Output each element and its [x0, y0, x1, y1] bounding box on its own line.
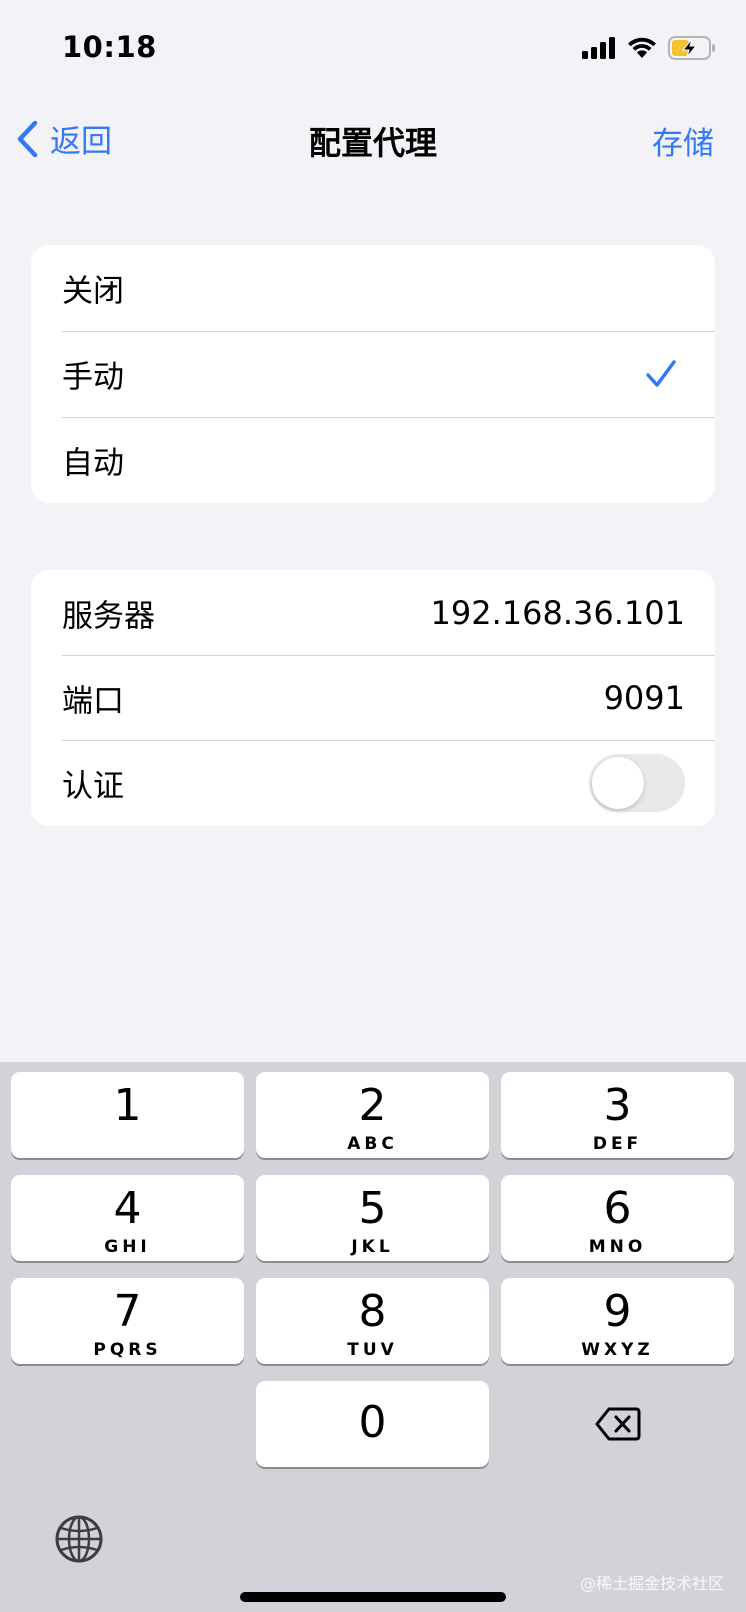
key-digit: 0 [358, 1397, 387, 1448]
key-5[interactable]: 5 JKL [256, 1175, 489, 1261]
backspace-icon [595, 1407, 640, 1441]
proxy-mode-manual[interactable]: 手动 [31, 331, 715, 417]
key-digit: 9 [603, 1286, 632, 1337]
port-row[interactable]: 端口 9091 [31, 655, 715, 740]
proxy-mode-off[interactable]: 关闭 [31, 245, 715, 331]
server-row[interactable]: 服务器 192.168.36.101 [31, 570, 715, 655]
numeric-keyboard: 1 2 ABC 3 DEF 4 GHI 5 JKL 6 MNO 7 PQRS 8… [0, 1062, 746, 1612]
checkmark-icon [646, 360, 676, 387]
proxy-mode-label: 自动 [62, 445, 124, 482]
key-4[interactable]: 4 GHI [11, 1175, 244, 1261]
key-6[interactable]: 6 MNO [501, 1175, 734, 1261]
save-button[interactable]: 存储 [652, 118, 714, 163]
key-letters: TUV [347, 1340, 398, 1360]
status-bar: 10:18 [0, 0, 746, 100]
key-0[interactable]: 0 [256, 1381, 489, 1467]
key-digit: 5 [358, 1183, 387, 1234]
auth-toggle[interactable] [589, 753, 685, 812]
proxy-mode-label: 关闭 [62, 273, 124, 310]
key-letters: GHI [104, 1237, 151, 1257]
key-digit: 6 [603, 1183, 632, 1234]
status-time: 10:18 [62, 30, 157, 64]
proxy-mode-group: 关闭 手动 自动 [31, 245, 715, 503]
globe-button[interactable] [54, 1514, 104, 1568]
watermark: @稀土掘金技术社区 [579, 1574, 724, 1593]
key-1[interactable]: 1 [11, 1072, 244, 1158]
port-label: 端口 [62, 683, 124, 719]
key-digit: 1 [113, 1080, 142, 1131]
key-letters: PQRS [93, 1340, 162, 1360]
page-title: 配置代理 [308, 124, 437, 162]
key-digit: 8 [358, 1286, 387, 1337]
auth-row: 认证 [31, 740, 715, 825]
key-3[interactable]: 3 DEF [501, 1072, 734, 1158]
proxy-settings-group: 服务器 192.168.36.101 端口 9091 认证 [31, 570, 715, 826]
key-digit: 7 [113, 1286, 142, 1337]
cellular-signal-icon [582, 37, 615, 59]
proxy-mode-label: 手动 [62, 359, 124, 396]
globe-icon [55, 1515, 103, 1563]
delete-key[interactable] [501, 1381, 734, 1467]
server-field[interactable]: 192.168.36.101 [431, 594, 685, 632]
key-2[interactable]: 2 ABC [256, 1072, 489, 1158]
toggle-knob [592, 756, 644, 809]
key-digit: 2 [358, 1080, 387, 1131]
auth-label: 认证 [62, 768, 124, 804]
key-digit: 4 [113, 1183, 142, 1234]
proxy-mode-auto[interactable]: 自动 [31, 417, 715, 503]
navigation-bar: 返回 配置代理 存储 [0, 100, 746, 180]
home-indicator[interactable] [240, 1592, 506, 1602]
key-letters: MNO [588, 1237, 647, 1257]
key-letters: DEF [592, 1134, 643, 1154]
key-letters: JKL [351, 1237, 394, 1257]
key-8[interactable]: 8 TUV [256, 1278, 489, 1364]
key-7[interactable]: 7 PQRS [11, 1278, 244, 1364]
status-icons [582, 36, 716, 60]
key-digit: 3 [603, 1080, 632, 1131]
key-letters: WXYZ [581, 1340, 654, 1360]
wifi-icon [628, 37, 656, 58]
server-label: 服务器 [62, 598, 155, 634]
port-field[interactable]: 9091 [604, 679, 685, 717]
battery-charging-icon [668, 36, 715, 60]
key-9[interactable]: 9 WXYZ [501, 1278, 734, 1364]
key-letters: ABC [347, 1134, 398, 1154]
